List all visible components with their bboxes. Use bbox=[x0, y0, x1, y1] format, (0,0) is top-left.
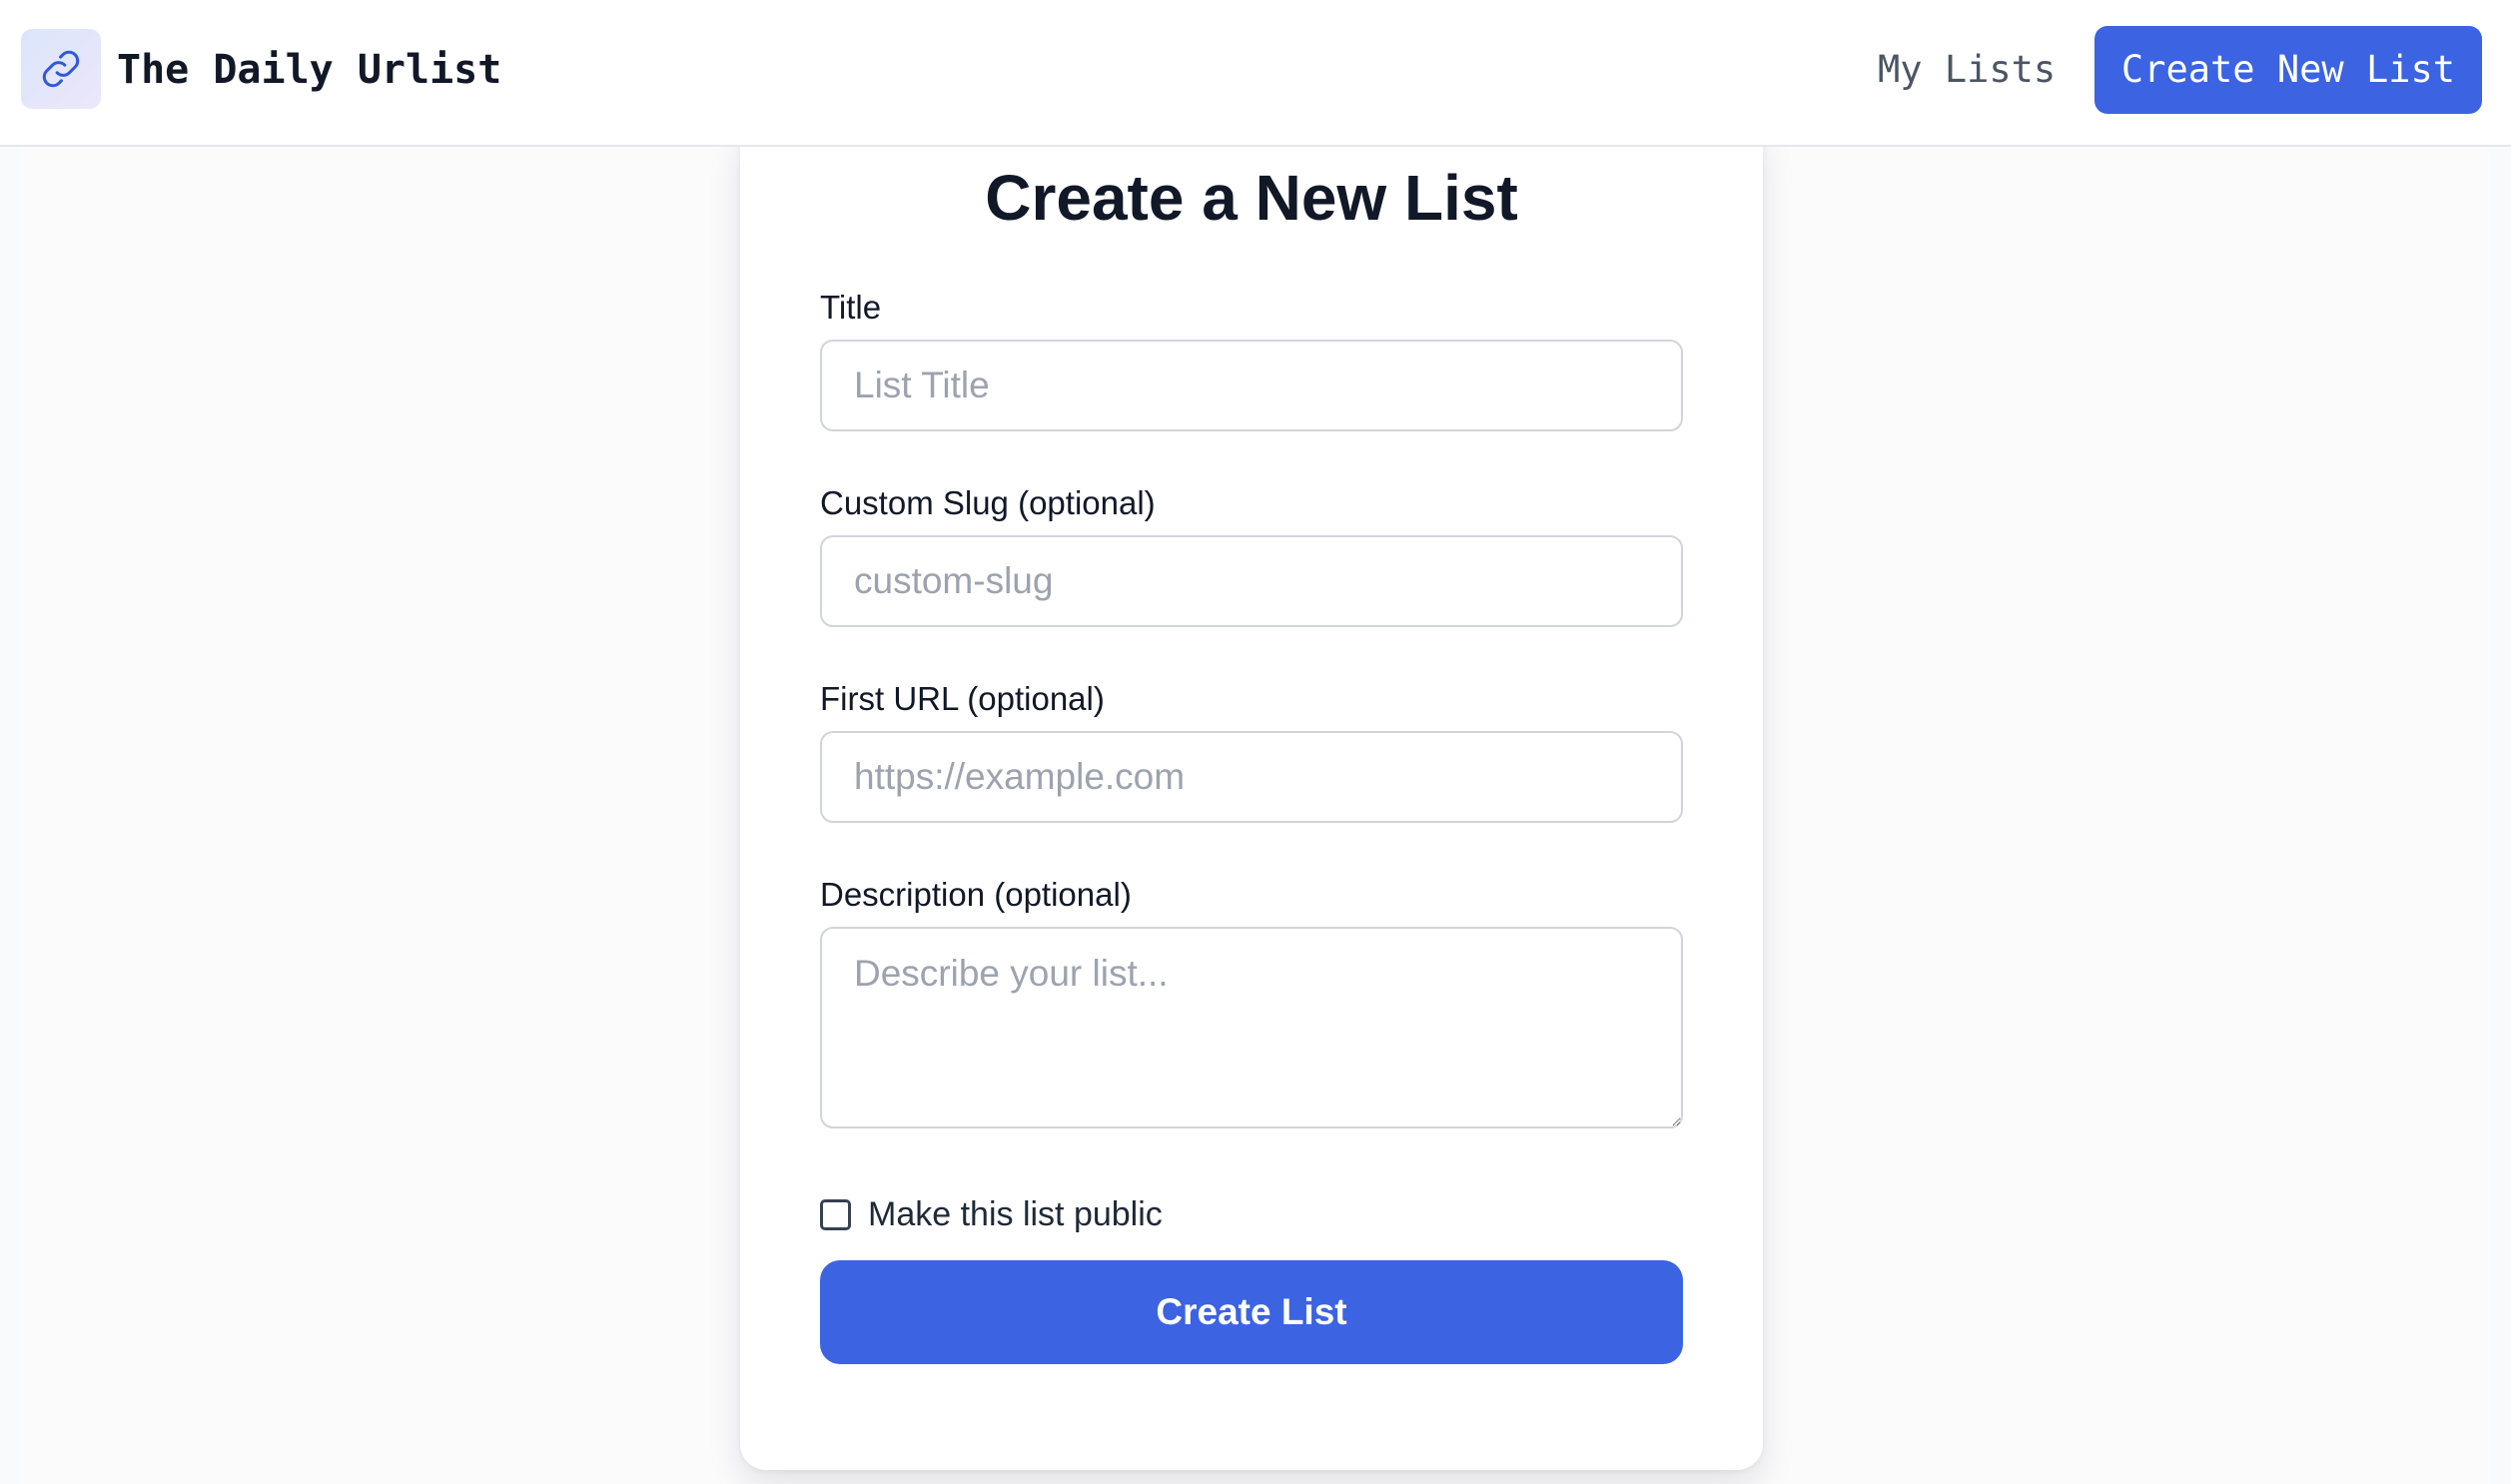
page-title: Create a New List bbox=[985, 162, 1518, 234]
create-new-list-button[interactable]: Create New List bbox=[2094, 26, 2482, 114]
description-textarea[interactable] bbox=[820, 927, 1683, 1128]
create-list-card: Create a New List Title Custom Slug (opt… bbox=[740, 120, 1763, 1470]
top-navbar: The Daily Urlist My Lists Create New Lis… bbox=[0, 0, 2511, 147]
title-label: Title bbox=[820, 289, 882, 326]
public-checkbox-row[interactable]: Make this list public bbox=[820, 1190, 1163, 1238]
description-label: Description (optional) bbox=[820, 876, 1132, 913]
title-input[interactable] bbox=[820, 340, 1683, 431]
brand-name[interactable]: The Daily Urlist bbox=[117, 44, 501, 96]
first-url-input[interactable] bbox=[820, 731, 1683, 823]
nav-my-lists-link[interactable]: My Lists bbox=[1878, 44, 2056, 96]
first-url-label: First URL (optional) bbox=[820, 680, 1105, 717]
create-list-submit-button[interactable]: Create List bbox=[820, 1260, 1683, 1364]
public-checkbox-label[interactable]: Make this list public bbox=[868, 1190, 1163, 1238]
link-icon bbox=[42, 50, 80, 88]
logo[interactable] bbox=[21, 29, 101, 109]
slug-label: Custom Slug (optional) bbox=[820, 484, 1156, 521]
slug-input[interactable] bbox=[820, 535, 1683, 627]
public-checkbox[interactable] bbox=[820, 1198, 851, 1230]
